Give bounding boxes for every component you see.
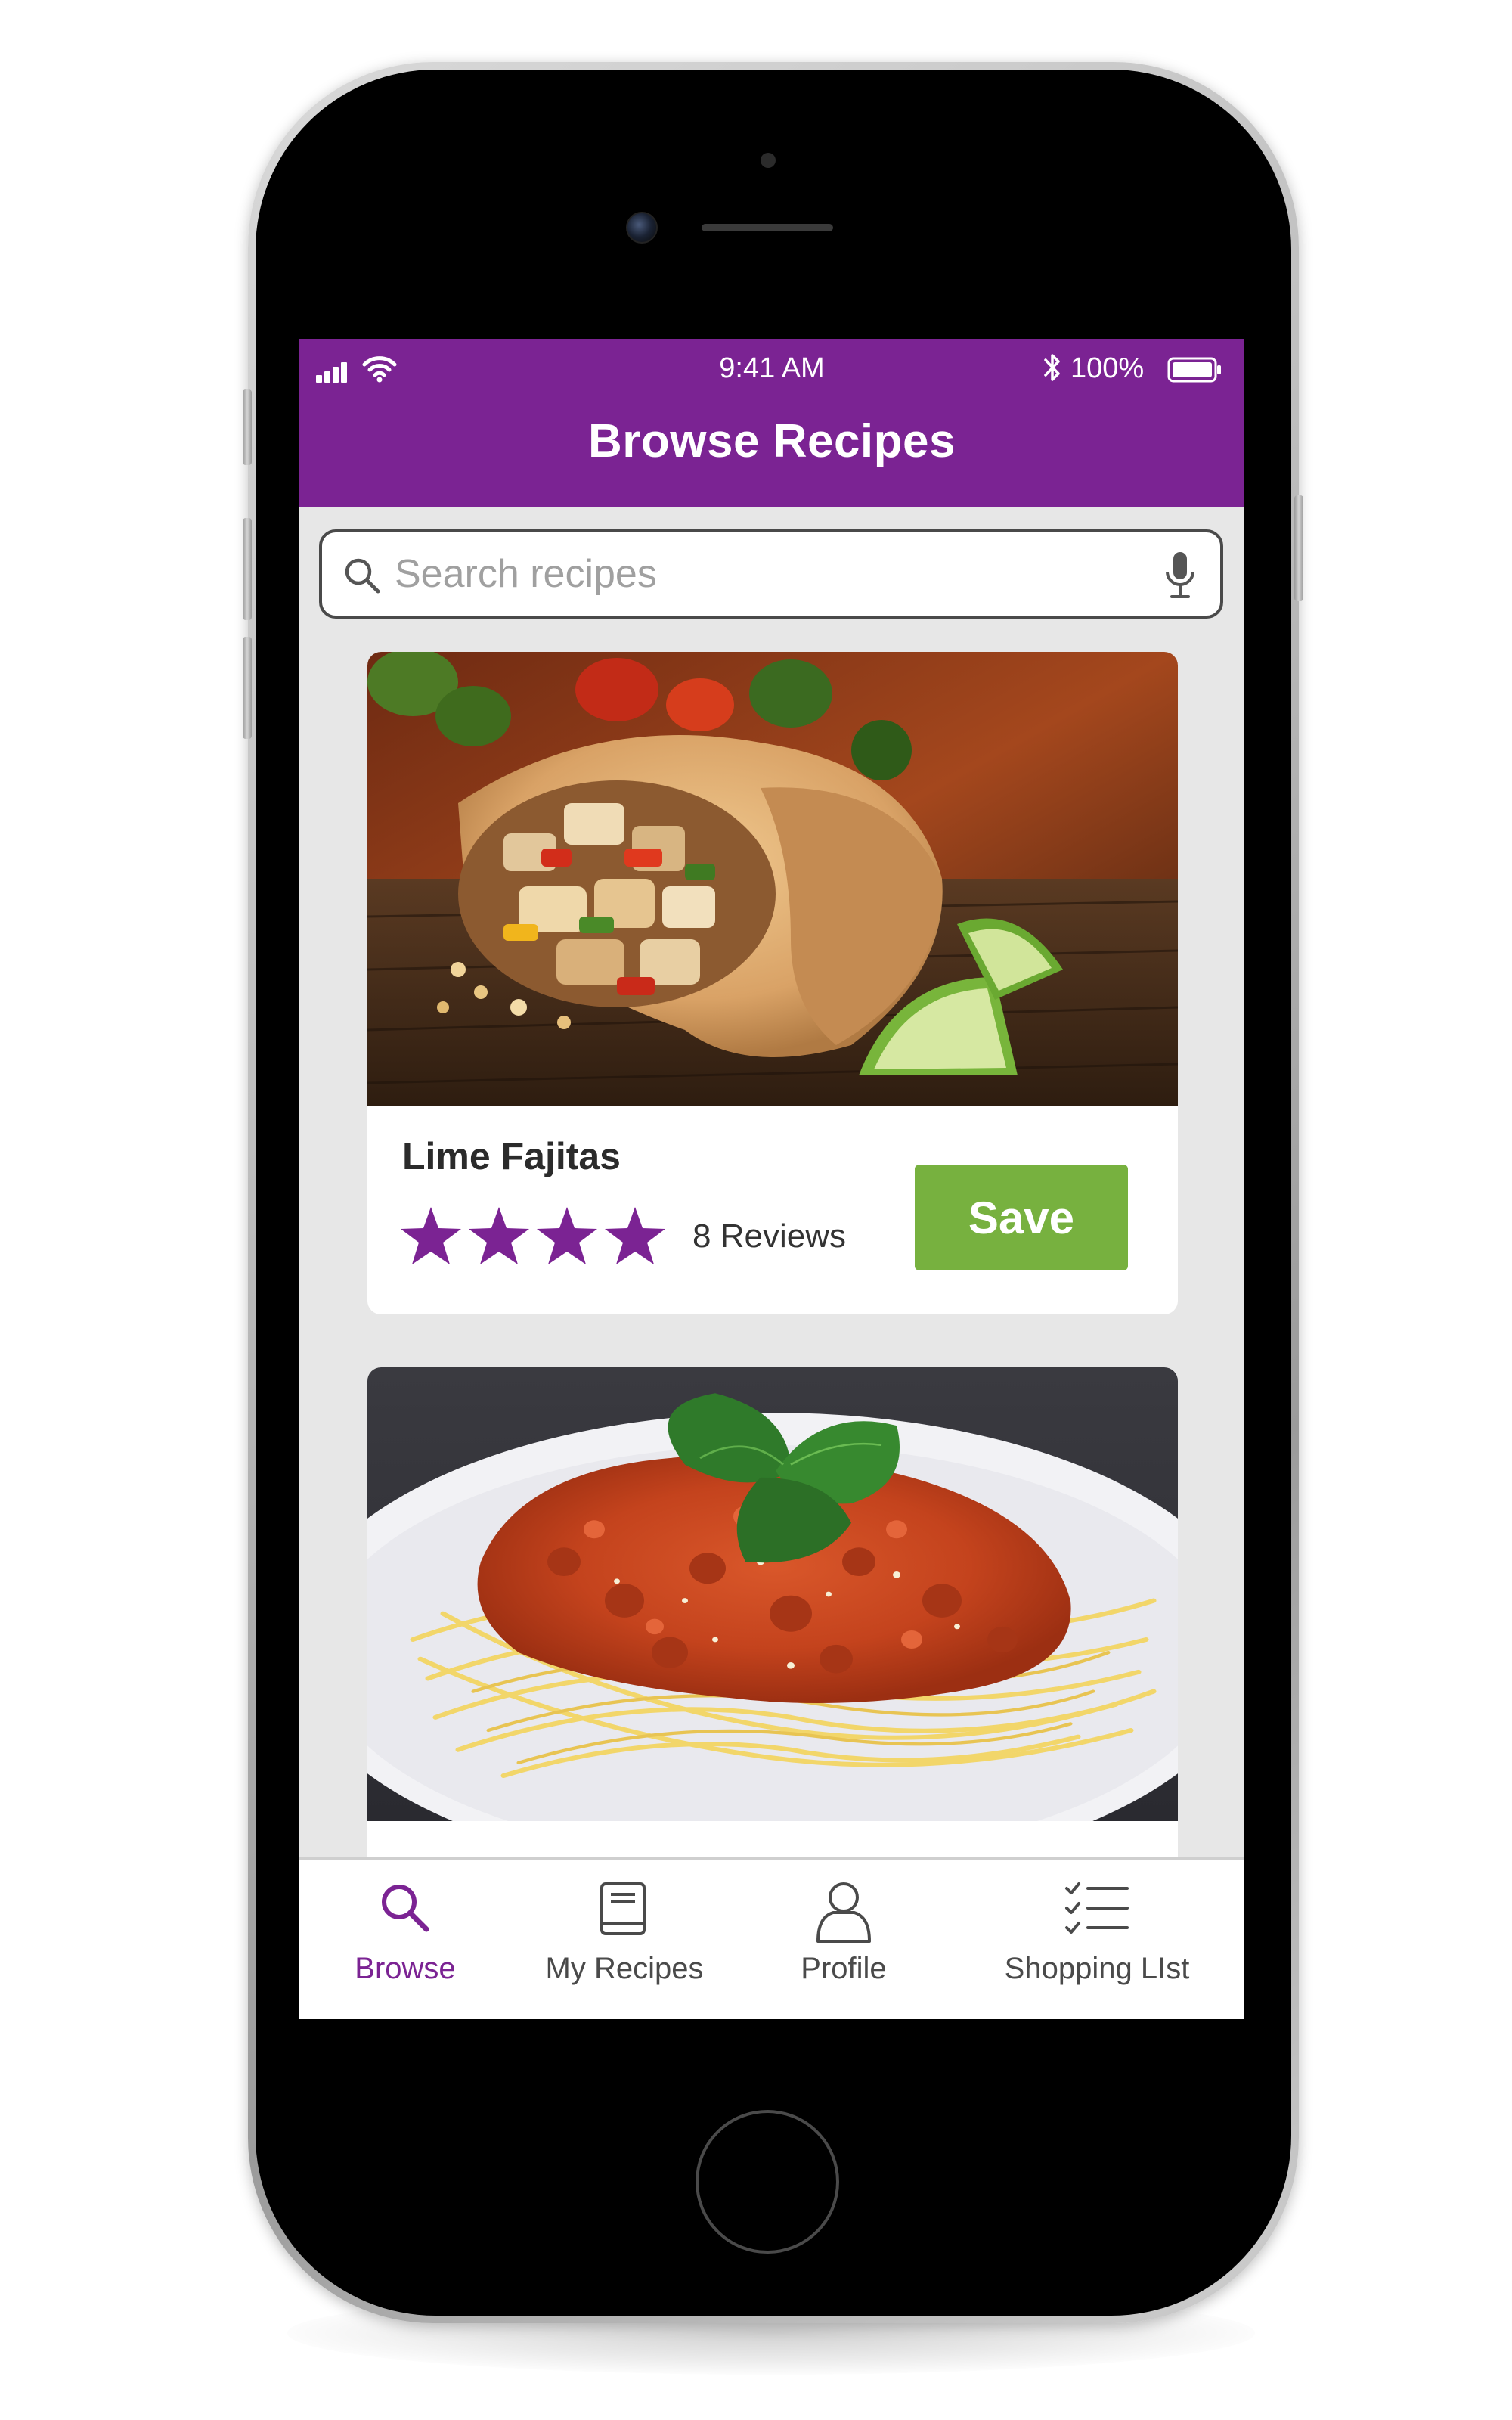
volume-up-button [243,518,252,620]
tab-profile[interactable]: Profile [738,1860,950,2019]
power-button [1294,495,1303,601]
app-header: 9:41 AM 100% Browse Recipes [299,339,1244,507]
star-icon [537,1207,597,1264]
tab-browse[interactable]: Browse [299,1860,511,2019]
battery-percent: 100% [1070,352,1145,384]
star-icon [401,1207,461,1264]
save-button[interactable]: Save [915,1165,1128,1270]
page-title: Browse Recipes [588,415,956,467]
person-icon [816,1882,871,1943]
mic-icon[interactable] [1163,551,1198,600]
recipe-card[interactable] [367,1367,1178,1897]
signal-icon [316,361,349,383]
star-icon [469,1207,529,1264]
bluetooth-icon [1044,354,1060,381]
tab-label: Browse [355,1952,456,1985]
search-icon [382,1885,429,1932]
front-camera-icon [626,212,658,244]
earpiece-speaker [702,224,833,231]
battery-icon [1167,357,1221,383]
reviews-count[interactable]: 8 Reviews [692,1218,846,1255]
search-input[interactable] [395,544,1136,603]
tab-label: Shopping LIst [1004,1952,1190,1985]
recipe-title[interactable]: Lime Fajitas [402,1134,621,1178]
rating-stars [401,1207,665,1264]
tab-label: Profile [801,1952,887,1985]
recipe-card[interactable]: Lime Fajitas 8 Reviews Save [367,652,1178,1314]
checklist-icon [1065,1882,1129,1934]
search-bar[interactable] [319,529,1223,619]
volume-down-button [243,637,252,739]
tab-bar: Browse My Recipes Profile Shopping LIst [299,1857,1244,2019]
search-icon [345,558,380,594]
recipe-image-fajitas[interactable] [367,652,1178,1106]
mute-switch [243,389,252,465]
tab-shopping-list[interactable]: Shopping LIst [950,1860,1244,2019]
recipe-image-spaghetti[interactable] [367,1367,1178,1821]
wifi-icon [362,356,397,383]
star-icon [605,1207,665,1264]
status-time: 9:41 AM [719,352,825,384]
proximity-sensor [761,153,776,168]
app-screen: 9:41 AM 100% Browse Recipes Search recip… [299,339,1244,2019]
tab-label: My Recipes [545,1952,704,1985]
tab-my-recipes[interactable]: My Recipes [511,1860,738,2019]
book-icon [600,1882,646,1935]
home-button[interactable] [696,2110,839,2254]
status-bar: 9:41 AM 100% [299,339,1244,396]
